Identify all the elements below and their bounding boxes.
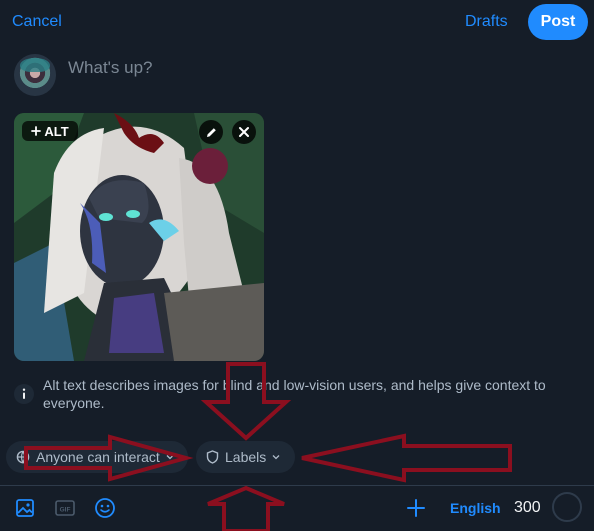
alt-text-button[interactable]: ALT <box>22 121 78 141</box>
character-progress-ring <box>552 492 582 522</box>
chevron-down-icon <box>272 455 280 460</box>
cancel-button[interactable]: Cancel <box>12 12 62 32</box>
close-icon <box>239 127 249 137</box>
globe-icon <box>16 450 30 464</box>
plus-icon <box>407 499 425 517</box>
alt-text-info: Alt text describes images for blind and … <box>43 377 546 411</box>
character-count: 300 <box>514 499 541 516</box>
language-button[interactable]: English <box>450 500 501 516</box>
toolbar-divider <box>0 485 594 486</box>
alt-label: ALT <box>44 123 69 139</box>
plus-icon <box>31 126 42 136</box>
image-icon <box>16 499 34 517</box>
shield-icon <box>206 450 219 464</box>
svg-text:GIF: GIF <box>60 506 71 513</box>
interaction-settings-label: Anyone can interact <box>36 449 160 465</box>
chevron-down-icon <box>166 455 174 460</box>
labels-button[interactable]: Labels <box>196 441 295 473</box>
annotation-arrow-left <box>301 433 512 483</box>
edit-image-button[interactable] <box>199 120 223 144</box>
emoji-button[interactable] <box>93 496 117 520</box>
info-icon <box>14 384 34 404</box>
remove-image-button[interactable] <box>232 120 256 144</box>
avatar <box>14 54 56 96</box>
attached-image-art <box>14 113 264 361</box>
annotation-arrow-up <box>207 485 285 531</box>
interaction-settings-button[interactable]: Anyone can interact <box>6 441 188 473</box>
emoji-icon <box>95 498 115 518</box>
pencil-icon <box>206 127 216 137</box>
gif-icon: GIF <box>55 500 75 516</box>
add-image-button[interactable] <box>13 496 37 520</box>
post-button[interactable]: Post <box>528 4 588 40</box>
add-gif-button[interactable]: GIF <box>53 496 77 520</box>
labels-label: Labels <box>225 449 267 465</box>
attached-image <box>14 113 264 361</box>
add-thread-post-button[interactable] <box>404 496 428 520</box>
compose-input[interactable] <box>68 56 568 80</box>
drafts-button[interactable]: Drafts <box>465 12 508 32</box>
